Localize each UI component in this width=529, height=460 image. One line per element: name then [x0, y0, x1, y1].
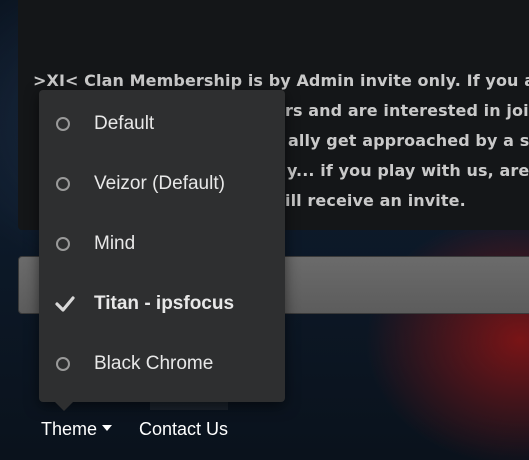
theme-option-label: Titan - ipsfocus: [94, 293, 235, 314]
radio-icon: [56, 357, 70, 371]
radio-icon: [56, 117, 70, 131]
theme-option-default[interactable]: Default: [39, 94, 285, 154]
radio-icon: [56, 177, 70, 191]
contact-us-link[interactable]: Contact Us: [139, 419, 228, 440]
caret-down-icon: [102, 425, 113, 432]
theme-option-veizor[interactable]: Veizor (Default): [39, 154, 285, 214]
checkmark-icon: [55, 296, 75, 312]
theme-option-label: Veizor (Default): [94, 173, 225, 194]
theme-option-label: Default: [94, 113, 155, 134]
footer-ghost: [150, 402, 228, 410]
theme-selector-label: Theme: [41, 419, 98, 439]
theme-option-black-chrome[interactable]: Black Chrome: [39, 334, 285, 394]
theme-dropdown-menu: Default Veizor (Default) Mind Titan - ip…: [39, 90, 285, 411]
theme-option-mind[interactable]: Mind: [39, 214, 285, 274]
theme-option-label: Black Chrome: [94, 353, 214, 374]
theme-selector-button[interactable]: Theme: [41, 419, 113, 440]
radio-icon: [56, 237, 70, 251]
theme-option-label: Mind: [94, 233, 136, 254]
theme-option-titan[interactable]: Titan - ipsfocus: [39, 274, 285, 334]
